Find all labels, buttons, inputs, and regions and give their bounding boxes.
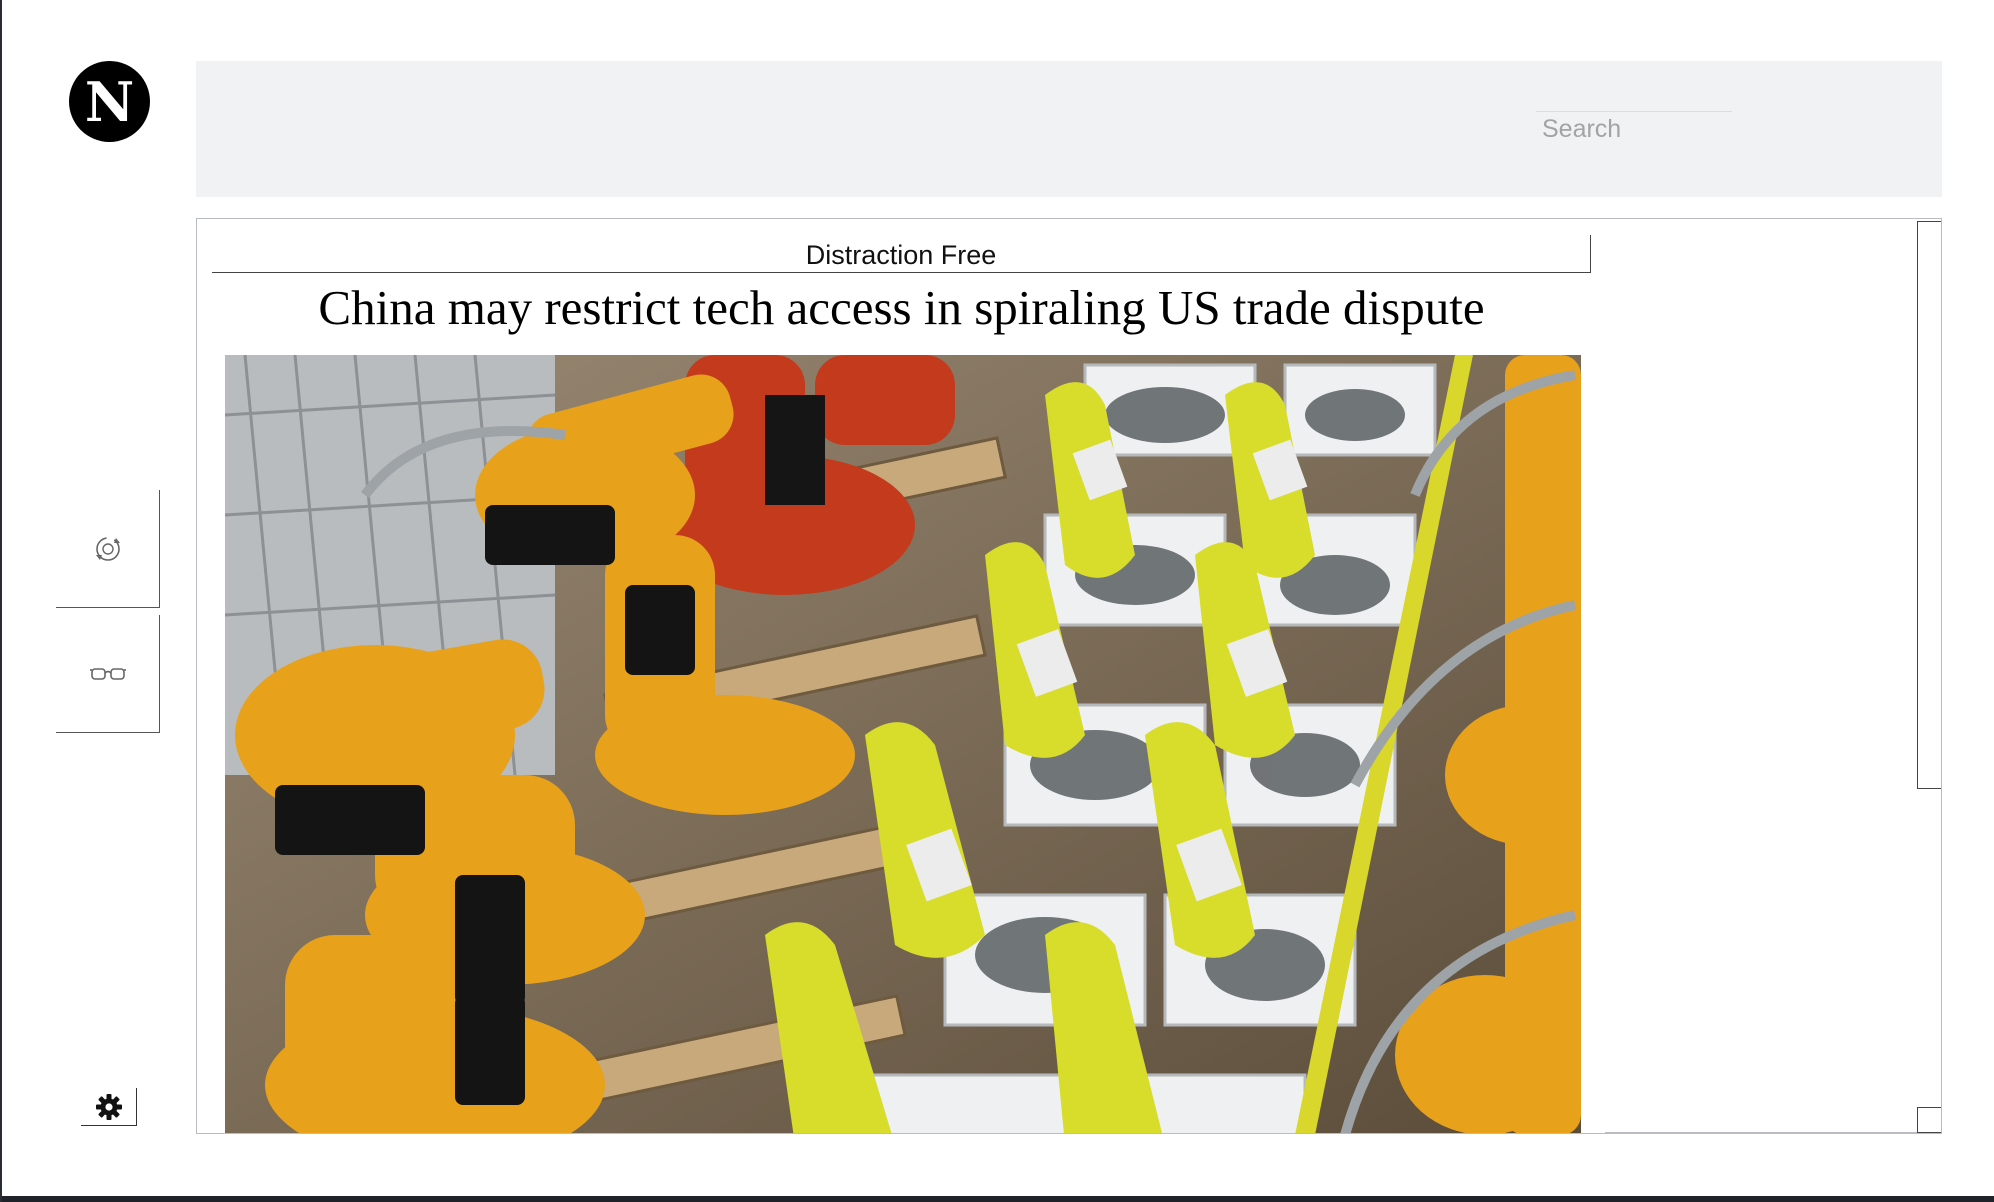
article-image — [225, 355, 1581, 1133]
article-headline: China may restrict tech access in spiral… — [318, 280, 1485, 335]
scrollbar-track[interactable] — [1917, 221, 1941, 789]
logo-letter: N — [84, 69, 135, 134]
pane-divider — [1605, 1132, 1917, 1133]
distraction-free-toggle[interactable]: Distraction Free — [212, 235, 1591, 273]
search-input[interactable] — [1536, 111, 1732, 147]
article-pane: Distraction Free China may restrict tech… — [196, 218, 1942, 1134]
factory-robots-photo — [225, 355, 1581, 1133]
gear-icon — [95, 1093, 122, 1120]
glasses-icon — [89, 667, 126, 680]
refresh-button[interactable] — [56, 490, 160, 608]
settings-button[interactable] — [81, 1088, 137, 1126]
top-bar — [196, 61, 1942, 197]
distraction-free-label: Distraction Free — [805, 240, 997, 270]
reader-mode-button[interactable] — [56, 615, 160, 733]
app-window: N Search Distraction Free China may rest… — [2, 0, 1994, 1196]
scrollbar-corner[interactable] — [1917, 1107, 1941, 1133]
refresh-icon — [95, 536, 120, 561]
app-logo[interactable]: N — [69, 61, 150, 142]
